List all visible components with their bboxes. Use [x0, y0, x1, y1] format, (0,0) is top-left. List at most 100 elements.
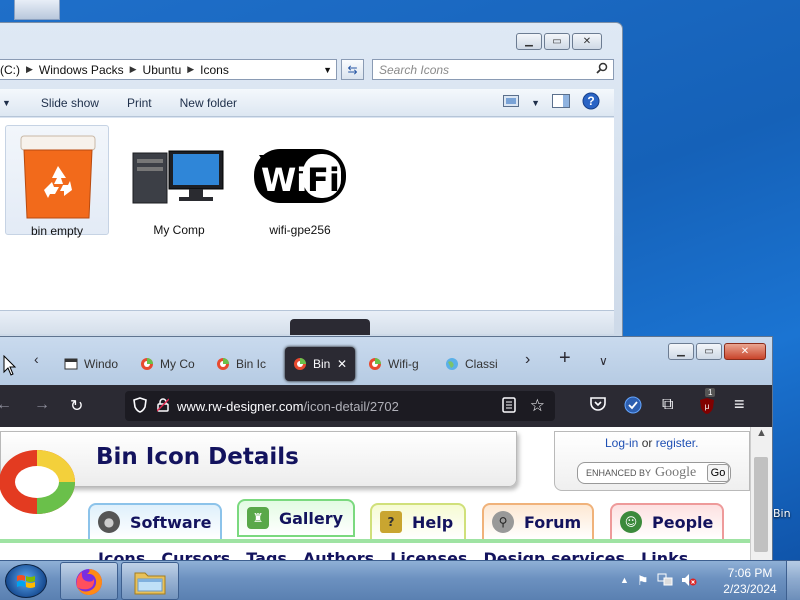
taskbar: ▲ ⚑ 7:06 PM 2/23/2024	[0, 560, 800, 600]
chevron-down-icon[interactable]: ▼	[323, 65, 332, 75]
tab-bin-active[interactable]: Bin ✕	[285, 347, 355, 381]
minimize-button[interactable]: ▁	[668, 343, 694, 360]
lock-icon[interactable]	[156, 397, 170, 415]
extensions-puzzle-icon[interactable]: ⧉	[662, 396, 673, 414]
minimize-button[interactable]: ▁	[516, 33, 542, 50]
ublock-icon[interactable]: μ	[698, 396, 716, 421]
tab-wifi[interactable]: Wifi-g	[368, 347, 419, 381]
breadcrumb-windows-packs[interactable]: Windows Packs ▶	[39, 63, 143, 77]
login-link[interactable]: Log-in	[605, 436, 638, 450]
tab-classic[interactable]: Classi	[445, 347, 498, 381]
maximize-button[interactable]: ▭	[544, 33, 570, 50]
taskbar-explorer[interactable]	[121, 562, 179, 600]
nav-people[interactable]: ☺ People	[610, 503, 724, 541]
windows-logo-icon	[17, 575, 35, 588]
help-book-icon: ?	[380, 511, 402, 533]
show-desktop-button[interactable]	[786, 561, 800, 600]
file-item-bin-empty[interactable]: bin empty	[5, 125, 109, 238]
close-button[interactable]: ✕	[724, 343, 766, 360]
microphone-icon: ⚲	[492, 511, 514, 533]
firefox-window-controls: ▁ ▭ ✕	[668, 343, 766, 360]
scrollbar-thumb[interactable]	[754, 457, 768, 552]
breadcrumb-ubuntu[interactable]: Ubuntu ▶	[143, 63, 201, 77]
tab-windows[interactable]: Windo	[64, 347, 118, 381]
pocket-icon[interactable]	[590, 396, 606, 416]
list-all-tabs-icon[interactable]: ∨	[599, 354, 608, 368]
network-icon[interactable]	[657, 573, 673, 590]
register-link[interactable]: register.	[656, 436, 699, 450]
slide-show-button[interactable]: Slide show	[41, 96, 99, 110]
desktop-icon-partial[interactable]	[14, 0, 60, 20]
nav-underline	[0, 539, 750, 543]
tab-bin-icon[interactable]: Bin Ic	[216, 347, 266, 381]
file-item-wifi[interactable]: Wi Fi wifi-gpe256	[248, 125, 352, 237]
close-tab-icon[interactable]: ✕	[337, 357, 347, 371]
firefox-window: ▁ ▭ ✕ ‹ Windo My Co Bin Ic Bin ✕ Wifi-g	[0, 336, 773, 566]
file-label: wifi-gpe256	[269, 223, 331, 237]
maximize-button[interactable]: ▭	[696, 343, 722, 360]
volume-muted-icon[interactable]	[681, 573, 697, 590]
explorer-window: ▁ ▭ ✕ (C:) ▶ Windows Packs ▶ Ubuntu ▶ Icons…	[0, 22, 623, 352]
nav-software[interactable]: ● Software	[88, 503, 222, 541]
view-options-icon[interactable]	[503, 95, 520, 110]
url-bar[interactable]: www.rw-designer.com/icon-detail/2702 ☆	[125, 391, 555, 421]
close-button[interactable]: ✕	[572, 33, 602, 50]
desktop-icon-label[interactable]: Bin	[773, 507, 791, 520]
new-tab-icon[interactable]: +	[559, 347, 571, 370]
disc-icon: ●	[98, 511, 120, 533]
navigation-toolbar: ← → ↻ www.rw-designer.com/icon-detail/27…	[0, 385, 772, 427]
tab-scroll-right-icon[interactable]: ›	[525, 351, 530, 369]
tab-scroll-left-icon[interactable]: ‹	[34, 351, 39, 367]
url-path: /icon-detail/2702	[303, 398, 399, 414]
recycle-bin-icon	[20, 135, 96, 219]
breadcrumb-drive[interactable]: (C:) ▶	[0, 63, 39, 77]
rw-logo-icon	[141, 358, 153, 370]
new-folder-button[interactable]: New folder	[180, 96, 237, 110]
search-icon[interactable]	[596, 62, 608, 77]
chevron-down-icon[interactable]: ▼	[531, 98, 540, 108]
bookmark-star-icon[interactable]: ☆	[530, 396, 545, 416]
back-icon[interactable]: ←	[0, 396, 12, 414]
clock[interactable]: 7:06 PM 2/23/2024	[722, 565, 778, 597]
nav-help[interactable]: ? Help	[370, 503, 466, 541]
extension-badge: 1	[705, 388, 716, 397]
show-hidden-icons-icon[interactable]: ▲	[620, 575, 629, 590]
scroll-up-icon[interactable]: ▲	[756, 427, 767, 439]
reload-icon[interactable]: ↻	[70, 396, 83, 416]
nav-gallery[interactable]: ♜ Gallery	[237, 499, 355, 537]
extension-check-icon[interactable]	[624, 396, 642, 419]
taskbar-firefox[interactable]	[60, 562, 118, 600]
svg-text:Wi: Wi	[261, 161, 307, 199]
menu-icon[interactable]: ≡	[734, 394, 745, 415]
window-icon	[64, 358, 78, 370]
file-label: bin empty	[30, 224, 84, 238]
computer-icon	[132, 150, 224, 204]
print-button[interactable]: Print	[127, 96, 152, 110]
breadcrumb-icons[interactable]: Icons	[200, 63, 229, 77]
login-box: Log-in or register. ENHANCED BY Google G…	[554, 431, 750, 491]
chevron-down-icon[interactable]: ▼	[2, 98, 11, 108]
file-item-my-comp[interactable]: My Comp	[127, 125, 231, 237]
refresh-button[interactable]: ⇆	[341, 59, 364, 80]
rw-logo-icon	[294, 358, 306, 370]
search-input[interactable]: Search Icons	[372, 59, 614, 80]
page-scrollbar[interactable]: ▲	[750, 427, 772, 566]
google-search-input[interactable]: ENHANCED BY Google Go	[577, 462, 731, 484]
shield-icon[interactable]	[133, 396, 147, 416]
go-button[interactable]: Go	[707, 464, 729, 482]
action-center-flag-icon[interactable]: ⚑	[637, 573, 649, 590]
help-icon[interactable]: ?	[582, 92, 600, 113]
rw-logo-icon	[369, 358, 381, 370]
forward-icon[interactable]: →	[34, 396, 50, 414]
tab-my-comp[interactable]: My Co	[140, 347, 195, 381]
start-button[interactable]	[5, 564, 47, 598]
page-title: Bin Icon Details	[96, 444, 299, 470]
clock-date: 2/23/2024	[723, 582, 777, 596]
preview-pane-icon[interactable]	[552, 94, 570, 111]
rw-logo-icon	[0, 450, 75, 514]
nav-forum[interactable]: ⚲ Forum	[482, 503, 594, 541]
page-header: Bin Icon Details	[0, 431, 517, 514]
address-bar[interactable]: (C:) ▶ Windows Packs ▶ Ubuntu ▶ Icons ▼	[0, 59, 337, 80]
system-tray: ▲ ⚑	[620, 573, 697, 590]
reader-view-icon[interactable]	[502, 396, 516, 416]
